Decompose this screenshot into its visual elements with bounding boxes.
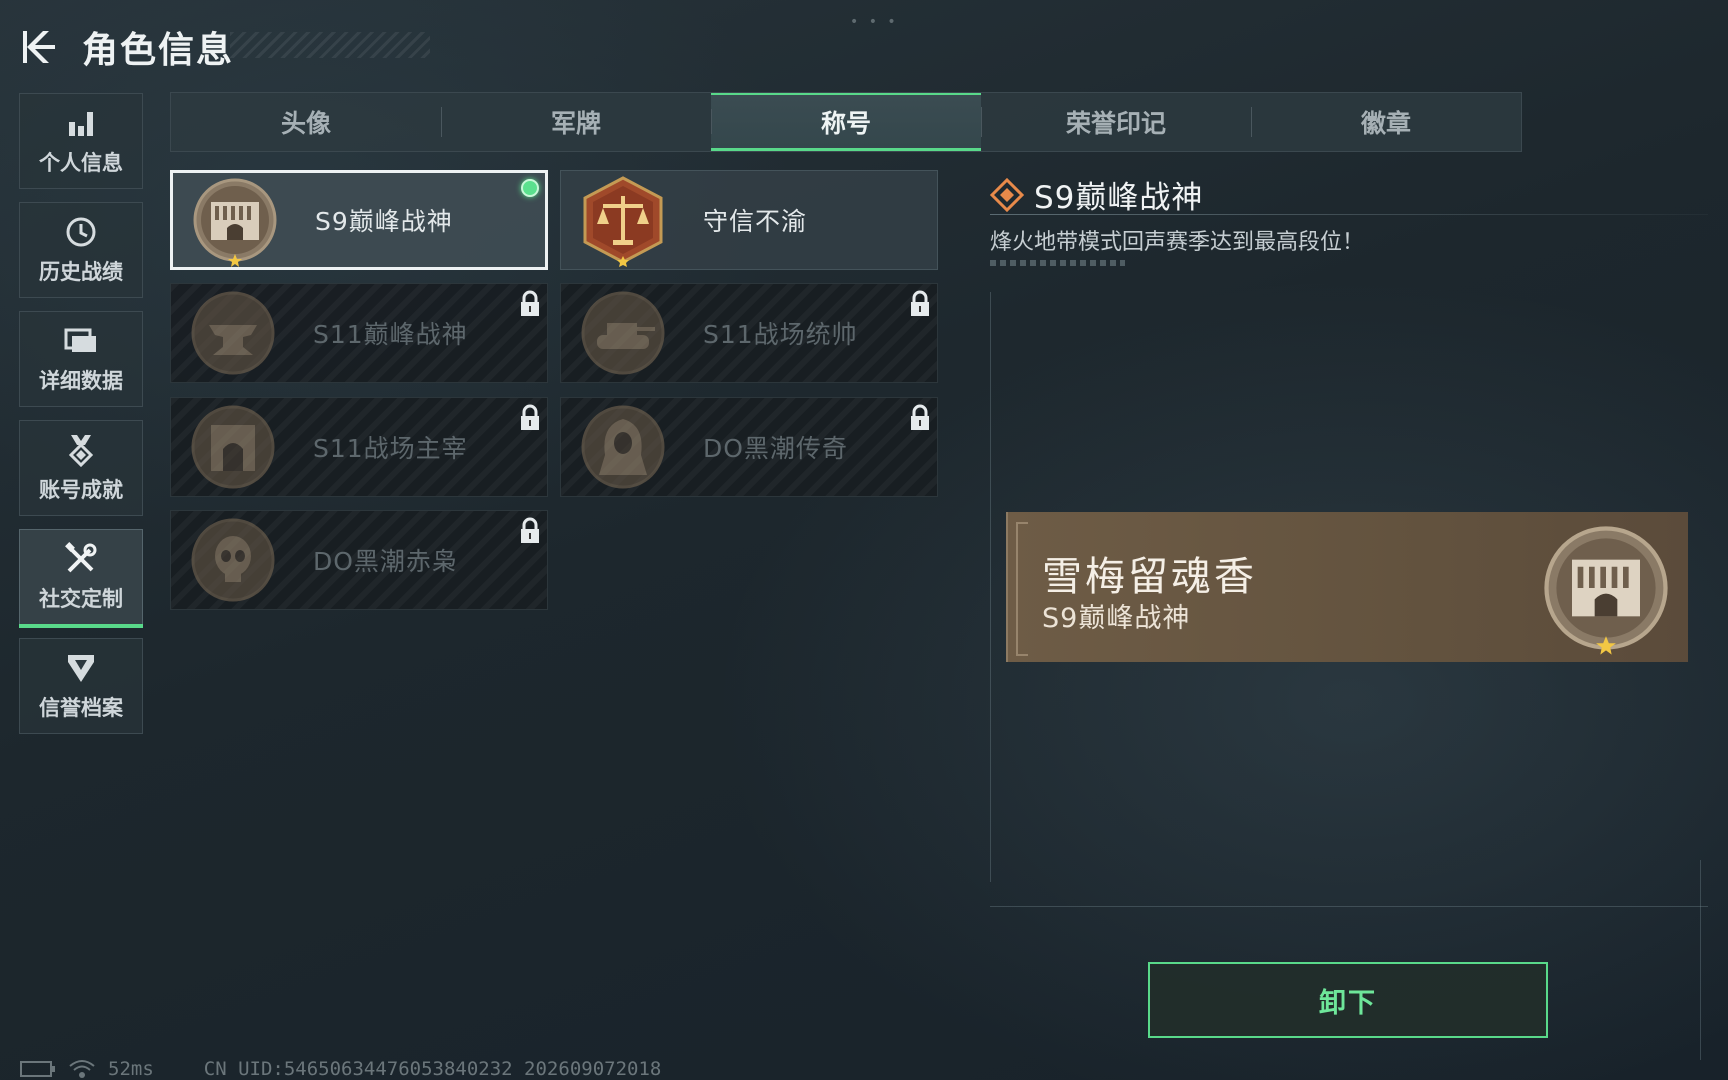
detail-title-text: S9巅峰战神 xyxy=(1034,180,1204,216)
sidebar-item-label: 历史战绩 xyxy=(39,260,123,284)
lock-icon xyxy=(521,404,539,430)
preview-frame-right xyxy=(1700,860,1701,1060)
detail-divider xyxy=(990,214,1708,215)
anvil-badge-icon xyxy=(191,291,275,375)
detail-description: 烽火地带模式回声赛季达到最高段位！ xyxy=(990,230,1365,255)
sidebar: 个人信息 历史战绩 详细数据 账号成就 社交定制 信誉档案 xyxy=(19,93,143,747)
battery-icon xyxy=(20,1061,55,1077)
diamond-rank-icon xyxy=(990,177,1024,212)
tank-badge-icon xyxy=(581,291,665,375)
unequip-button-label: 卸下 xyxy=(1319,987,1377,1019)
title-card-label: S11战场统帅 xyxy=(703,320,858,349)
sidebar-item-label: 账号成就 xyxy=(39,478,123,502)
medal-icon xyxy=(63,432,99,468)
wifi-icon xyxy=(69,1060,95,1078)
status-footer: 52ms CN UID:5465063447605384023​2 202609… xyxy=(20,1058,661,1080)
title-card-label: DO黑潮赤枭 xyxy=(313,547,458,576)
equipped-indicator xyxy=(521,179,539,197)
title-card-label: S11巅峰战神 xyxy=(313,320,468,349)
title-card-do-black-tide-legend[interactable]: DO黑潮传奇 xyxy=(560,397,938,497)
top-handle-dots: • • • xyxy=(850,14,899,30)
title-card-keep-faith[interactable]: 守信不渝 xyxy=(560,170,938,270)
ping-value: 52ms xyxy=(108,1058,154,1080)
hooded-figure-badge-icon xyxy=(581,405,665,489)
tab-title[interactable]: 称号 xyxy=(711,93,981,151)
tools-icon xyxy=(63,541,99,577)
title-card-s9-peak-warrior[interactable]: S9巅峰战神 xyxy=(170,170,548,270)
title-card-do-black-tide-red-owl[interactable]: DO黑潮赤枭 xyxy=(170,510,548,610)
preview-frame-bottom xyxy=(990,906,1708,907)
tab-dog-tag[interactable]: 军牌 xyxy=(441,93,711,151)
lock-icon xyxy=(911,290,929,316)
title-card-s11-peak-warrior[interactable]: S11巅峰战神 xyxy=(170,283,548,383)
tab-badge[interactable]: 徽章 xyxy=(1251,93,1521,151)
title-card-s11-battlefield-commander[interactable]: S11战场统帅 xyxy=(560,283,938,383)
lock-icon xyxy=(521,517,539,543)
sidebar-item-detailed-data[interactable]: 详细数据 xyxy=(19,311,143,407)
description-decoration xyxy=(990,260,1125,266)
gate-badge-icon xyxy=(193,178,277,267)
clock-icon xyxy=(63,214,99,250)
folder-icon xyxy=(63,323,99,359)
nameplate-player-name: 雪梅留魂香 xyxy=(1042,554,1257,600)
unequip-button[interactable]: 卸下 xyxy=(1148,962,1548,1038)
back-arrow-icon xyxy=(23,31,55,63)
tab-avatar[interactable]: 头像 xyxy=(171,93,441,151)
sidebar-item-achievements[interactable]: 账号成就 xyxy=(19,420,143,516)
sidebar-item-personal-info[interactable]: 个人信息 xyxy=(19,93,143,189)
sidebar-item-credit-profile[interactable]: 信誉档案 xyxy=(19,638,143,734)
tab-honor-mark[interactable]: 荣誉印记 xyxy=(981,93,1251,151)
skull-badge-icon xyxy=(191,518,275,602)
lock-icon xyxy=(911,404,929,430)
sidebar-item-history[interactable]: 历史战绩 xyxy=(19,202,143,298)
header-decoration xyxy=(230,32,430,58)
back-button[interactable] xyxy=(20,25,60,69)
lock-icon xyxy=(521,290,539,316)
shield-icon xyxy=(63,650,99,686)
arch-badge-icon xyxy=(191,405,275,489)
title-category-tabs: 头像 军牌 称号 荣誉印记 徽章 xyxy=(170,92,1522,152)
sidebar-item-label: 社交定制 xyxy=(39,587,123,611)
player-uid: CN UID:5465063447605384023​2 20260907201… xyxy=(203,1058,662,1080)
title-card-label: S9巅峰战神 xyxy=(315,207,453,236)
title-card-label: 守信不渝 xyxy=(703,207,808,236)
nameplate-title: S9巅峰战神 xyxy=(1042,603,1191,634)
scales-badge-icon xyxy=(583,176,663,267)
page-header: 角色信息 xyxy=(20,22,430,72)
title-card-s11-battlefield-master[interactable]: S11战场主宰 xyxy=(170,397,548,497)
sidebar-item-social-custom[interactable]: 社交定制 xyxy=(19,529,143,628)
page-title: 角色信息 xyxy=(82,30,235,71)
nameplate-preview: 雪梅留魂香 S9巅峰战神 xyxy=(1006,512,1688,662)
sidebar-item-label: 个人信息 xyxy=(39,151,123,175)
gate-badge-icon xyxy=(1544,526,1668,655)
detail-title: S9巅峰战神 xyxy=(990,172,1203,217)
sidebar-item-label: 信誉档案 xyxy=(39,696,123,720)
preview-frame-left xyxy=(990,292,991,882)
bar-chart-icon xyxy=(63,105,99,141)
sidebar-item-label: 详细数据 xyxy=(39,369,123,393)
title-card-label: S11战场主宰 xyxy=(313,434,468,463)
title-card-label: DO黑潮传奇 xyxy=(703,434,848,463)
